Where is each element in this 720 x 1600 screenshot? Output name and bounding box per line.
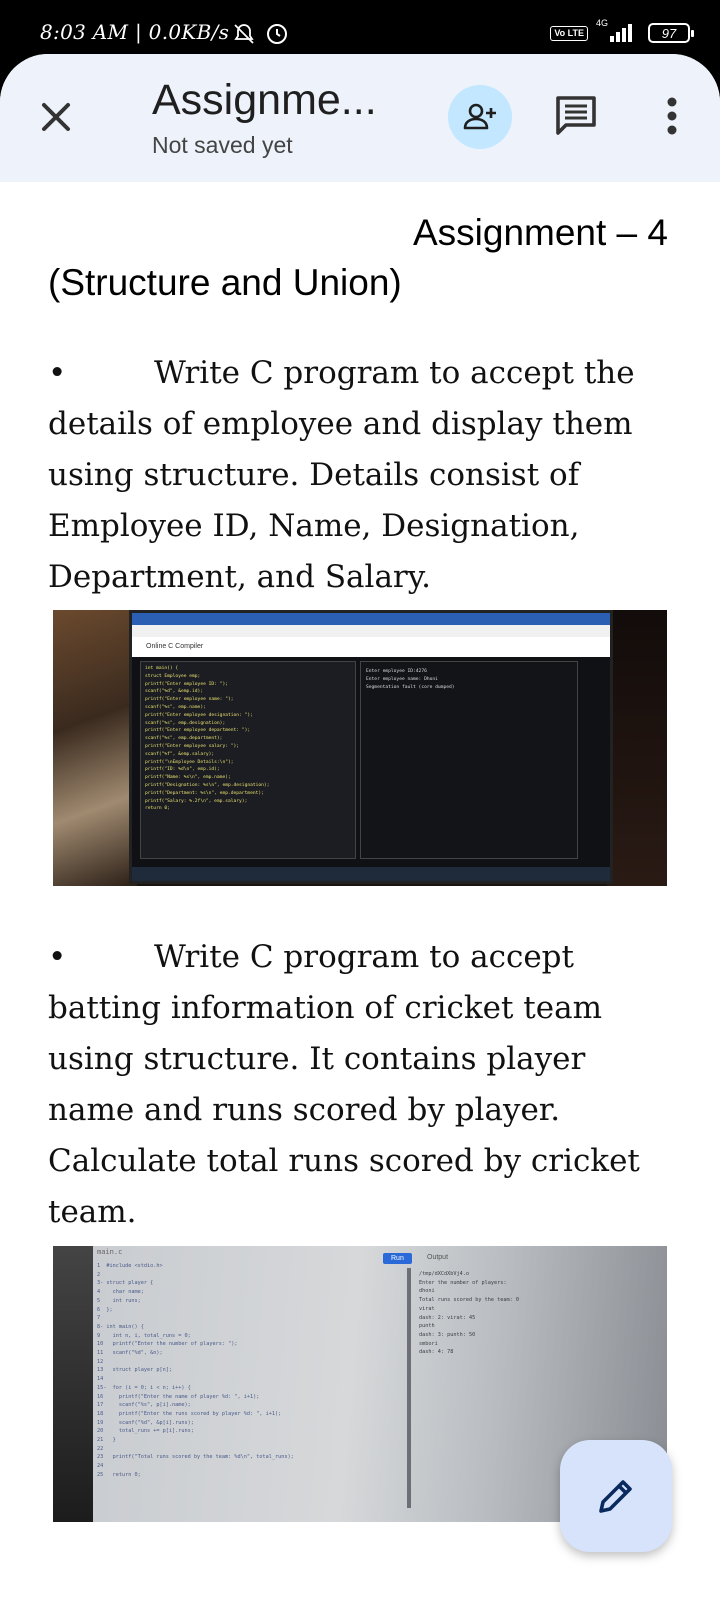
app-bar: Assignme... Not saved yet <box>0 54 720 182</box>
comment-icon <box>556 96 596 135</box>
status-time: 8:03 AM <box>40 20 129 44</box>
code-line: 22 <box>97 1445 104 1452</box>
code-line: 10 printf("Enter the number of players: … <box>97 1341 238 1348</box>
code-line: printf("Enter employee ID: "); <box>145 681 228 687</box>
close-icon <box>42 103 70 131</box>
code-line: printf("Name: %s\n", emp.name); <box>145 775 231 781</box>
output-line: dash: 4: 78 <box>419 1349 454 1356</box>
code-line: scanf("%s", emp.name); <box>145 704 206 710</box>
code-line: 14 <box>97 1376 104 1383</box>
code-line: 16 printf("Enter the name of player %d: … <box>97 1393 260 1400</box>
code-line: 18 printf("Enter the runs scored by play… <box>97 1410 282 1417</box>
code-line: int main() { <box>145 666 179 671</box>
code-line: printf("Salary: %.2f\n", emp.salary); <box>145 798 248 804</box>
taskbar <box>132 867 610 881</box>
code-line: printf("ID: %d\n", emp.id); <box>145 767 220 773</box>
notification-off-icon <box>234 24 287 44</box>
signal-icon: 4G <box>596 18 640 44</box>
more-options-button[interactable] <box>652 92 692 140</box>
code-line: 21 } <box>97 1437 116 1444</box>
code-line: 1 #include <stdio.h> <box>97 1263 163 1269</box>
output-pane: Enter employee ID:4276 Enter employee nam… <box>360 661 578 859</box>
person-add-icon <box>463 103 496 130</box>
status-right: Vo LTE 4G 97 <box>550 18 694 44</box>
heading-assignment: Assignment – 4 <box>412 212 668 253</box>
code-line: 6 }; <box>97 1306 113 1313</box>
output-line: Total runs scored by the team: 0 <box>419 1297 519 1304</box>
compiler-title: Online C Compiler <box>146 643 204 650</box>
question-1: • Write C program to accept the details o… <box>48 348 678 603</box>
bullet: • <box>48 355 67 391</box>
code-line: printf("Department: %s\n", emp.departmen… <box>145 790 264 796</box>
code-line: printf("Enter employee designation: "); <box>145 712 253 718</box>
status-time-speed: 8:03 AM | 0.0KB/s <box>40 20 230 44</box>
code-line: 17 scanf("%s", p[i].name); <box>97 1402 191 1409</box>
code-line: printf("Enter employee department: "); <box>145 728 251 734</box>
status-icons <box>232 22 290 51</box>
code-line: 5 int runs; <box>97 1297 141 1304</box>
output-line: Enter employee ID:4276 <box>366 669 427 674</box>
edit-pencil-icon <box>599 1480 632 1513</box>
code-line: printf("Enter employee salary: "); <box>145 743 240 749</box>
code-line: scanf("%f", &emp.salary); <box>145 751 215 757</box>
code-line: 8- int main() { <box>97 1323 144 1330</box>
question-2: • Write C program to accept batting infor… <box>48 932 678 1238</box>
output-panel: /tmp/dXCdXbVj4.o Enter the number of play… <box>419 1270 619 1357</box>
code-line: 23 printf("Total runs scored by the team… <box>97 1454 294 1461</box>
laptop-screen: Online C Compiler int main() { struct Emp… <box>129 610 613 884</box>
more-vert-icon <box>667 97 677 135</box>
code-line: scanf("%d", &emp.id); <box>145 689 204 695</box>
status-bar: 8:03 AM | 0.0KB/s Vo LTE 4G 97 <box>0 0 720 62</box>
code-line: 15- for (i = 0; i < n; i++) { <box>97 1384 191 1391</box>
close-button[interactable] <box>36 97 76 137</box>
output-line: Enter employee name: Dhoni <box>366 676 438 682</box>
code-line: 20 total_runs += p[i].runs; <box>97 1428 194 1435</box>
document-sheet: Assignme... Not saved yet Assignment – 4… <box>0 54 720 1600</box>
output-line: /tmp/dXCdXbVj4.o <box>419 1271 469 1277</box>
file-tab: main.c <box>97 1248 123 1256</box>
output-line: Enter the number of players: <box>419 1279 507 1286</box>
heading-topic: (Structure and Union) <box>48 262 402 303</box>
code-line: 25 return 0; <box>97 1471 141 1478</box>
code-line: 11 scanf("%d", &n); <box>97 1350 163 1357</box>
code-line: struct Employee emp; <box>145 673 201 679</box>
comment-button[interactable] <box>552 92 600 140</box>
output-line: virat <box>419 1305 435 1312</box>
code-line: 24 <box>97 1463 104 1470</box>
code-line: scanf("%s", emp.designation); <box>145 720 226 726</box>
code-line: printf("Enter employee name: "); <box>145 697 234 703</box>
code-line: scanf("%s", emp.department); <box>145 736 223 742</box>
output-label: Output <box>427 1254 449 1261</box>
battery-icon: 97 <box>648 23 694 43</box>
output-line: Segmentation fault (core dumped) <box>366 684 455 690</box>
code-pane: int main() { struct Employee emp; printf("… <box>140 661 356 859</box>
volte-badge: Vo LTE <box>550 25 588 41</box>
code-line: 3- struct player { <box>97 1280 154 1287</box>
code-line: printf("Designation: %s\n", emp.designat… <box>145 782 270 788</box>
code-line: 9 int n, i, total_runs = 0; <box>97 1332 191 1339</box>
document-title[interactable]: Assignme... <box>152 76 377 125</box>
code-line: 19 scanf("%d", &p[i].runs); <box>97 1419 194 1426</box>
code-line: printf("\nEmployee Details:\n"); <box>145 759 234 765</box>
code-line: 7 <box>97 1315 101 1322</box>
edit-fab-button[interactable] <box>560 1440 672 1552</box>
output-line: punth <box>419 1323 435 1330</box>
bullet: • <box>48 939 67 975</box>
output-line: dash: 2: virat: 45 <box>419 1314 476 1321</box>
code-line: 4 char name; <box>97 1289 144 1296</box>
screenshot-employee-program[interactable]: Online C Compiler int main() { struct Emp… <box>53 610 667 886</box>
code-line: 12 <box>97 1358 104 1365</box>
save-status: Not saved yet <box>152 132 293 158</box>
code-line: return 0; <box>145 806 170 812</box>
code-line: 13 struct player p[n]; <box>97 1367 172 1374</box>
output-line: dhoni <box>419 1288 435 1295</box>
code-editor: 1 #include <stdio.h> 2 3- struct player { 4… <box>97 1262 397 1480</box>
output-line: dash: 3: punth: 50 <box>419 1331 476 1338</box>
status-speed: 0.0KB/s <box>148 20 230 44</box>
question-2-text: Write C program to accept batting inform… <box>48 939 640 1230</box>
code-line: 2 <box>97 1271 101 1278</box>
share-button[interactable] <box>448 85 512 149</box>
output-line: smbori <box>419 1340 438 1347</box>
